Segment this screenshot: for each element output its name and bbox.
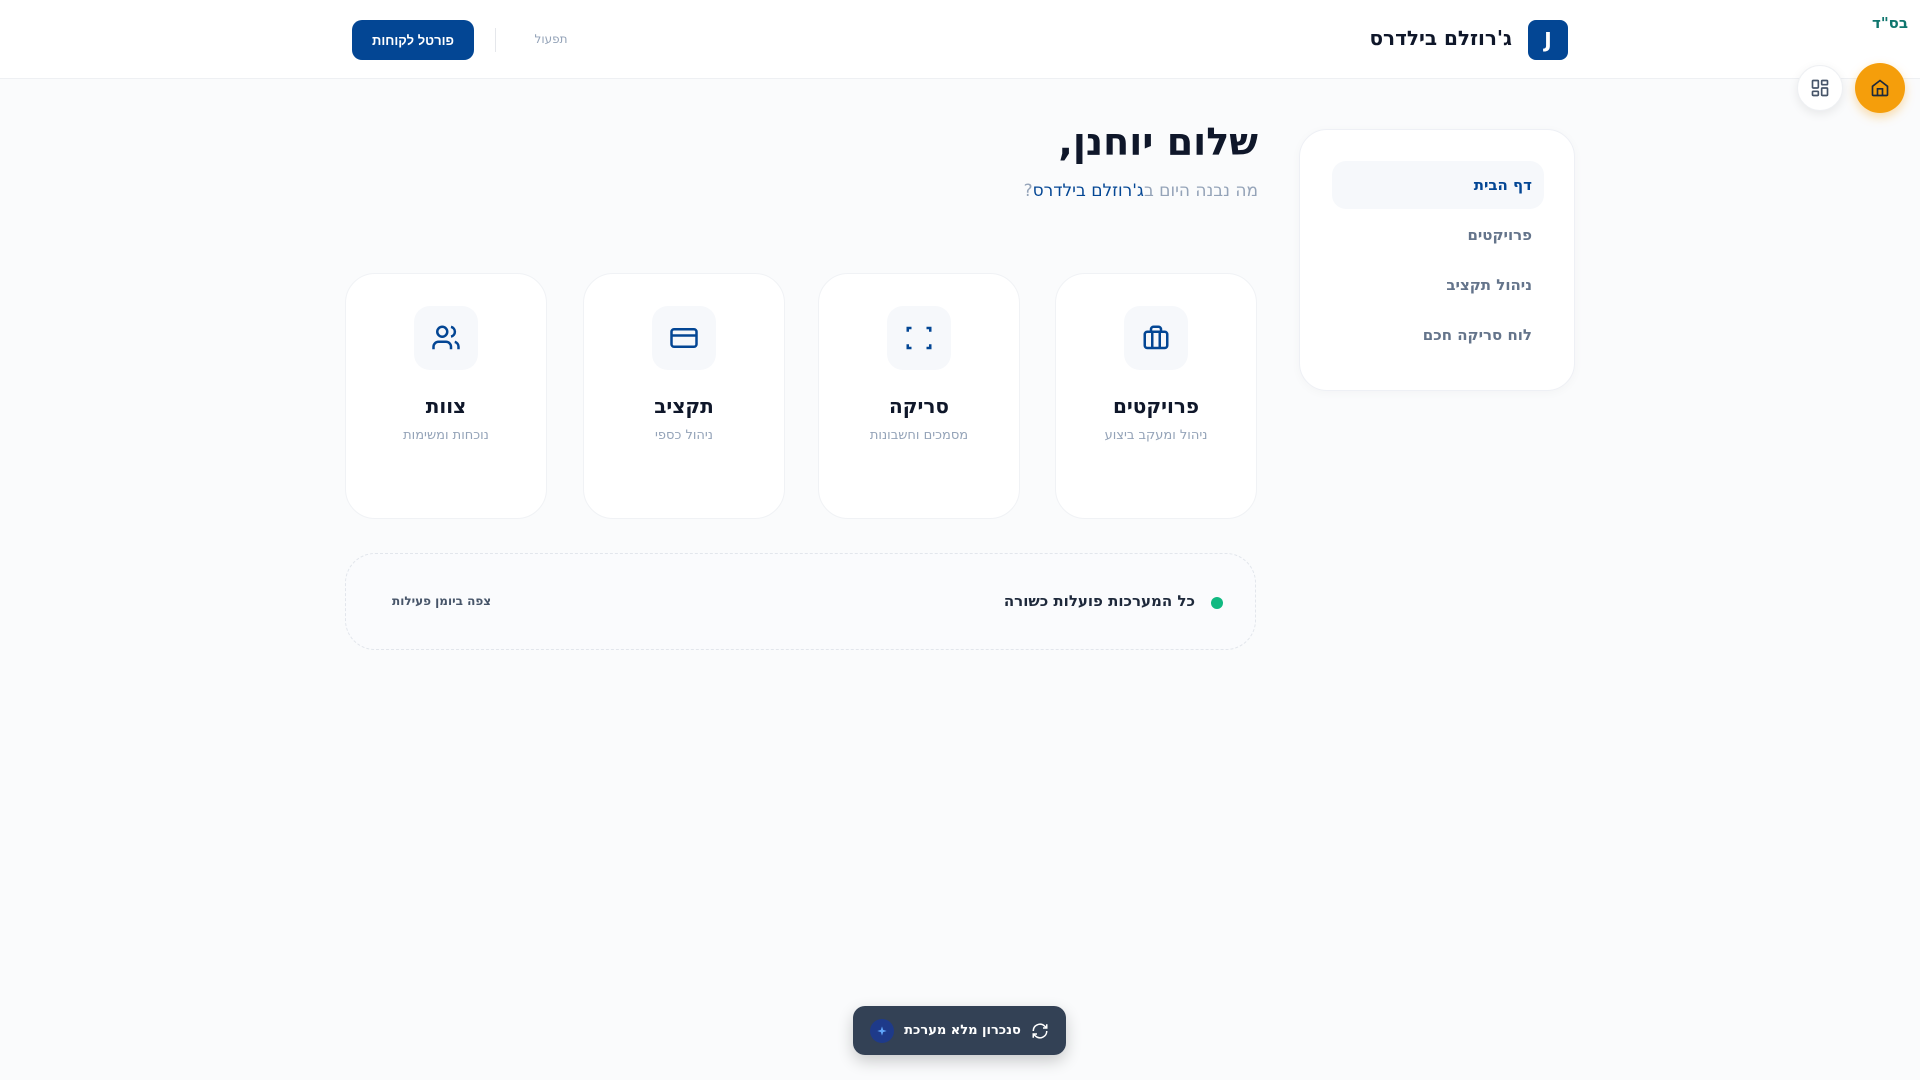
card-subtitle: ניהול כספי [654, 428, 713, 443]
card-team[interactable]: צוות נוכחות ומשימות [345, 273, 547, 519]
sync-label: סנכרון מלא מערכת [904, 1023, 1021, 1038]
home-icon [1871, 79, 1889, 97]
card-title: צוות [425, 394, 467, 418]
system-status-panel: כל המערכות פועלות כשורה צפה ביומן פעילות [345, 553, 1256, 650]
subtitle-brand: ג'רוזלם בילדרס [1032, 181, 1144, 201]
card-subtitle: מסמכים וחשבונות [869, 428, 969, 443]
page-subtitle: מה נבנה היום בג'רוזלם בילדרס? [1024, 181, 1258, 201]
sidebar-item-scan-board[interactable]: לוח סריקה חכם [1332, 311, 1544, 359]
users-icon [432, 325, 460, 350]
refresh-icon [1032, 1023, 1048, 1038]
sidebar-item-projects[interactable]: פרויקטים [1332, 211, 1544, 259]
sparkle-icon [870, 1018, 895, 1043]
logo[interactable]: J [1528, 20, 1568, 60]
brand-name: ג'רוזלם בילדרס [1369, 26, 1512, 50]
operations-link[interactable]: תפעול [526, 32, 576, 46]
card-scan[interactable]: סריקה מסמכים וחשבונות [818, 273, 1020, 519]
status-text: כל המערכות פועלות כשורה [1003, 592, 1195, 610]
full-sync-button[interactable]: סנכרון מלא מערכת [853, 1006, 1066, 1055]
status-indicator [1211, 597, 1223, 609]
subtitle-suffix: ? [1023, 181, 1033, 201]
card-subtitle: נוכחות ומשימות [403, 428, 489, 443]
grid-icon [1811, 79, 1829, 97]
card-subtitle: ניהול ומעקב ביצוע [1104, 428, 1208, 443]
credit-card-icon [670, 328, 698, 348]
card-title: תקציב [654, 394, 714, 418]
briefcase-icon [1143, 325, 1169, 350]
bsd-label: בס"ד [1872, 14, 1908, 32]
client-portal-button[interactable]: פורטל לקוחות [352, 20, 474, 60]
card-title: סריקה [889, 394, 949, 418]
scan-icon [906, 326, 932, 350]
divider [495, 28, 496, 52]
card-title: פרויקטים [1112, 394, 1200, 418]
sidebar-item-home[interactable]: דף הבית [1332, 161, 1544, 209]
home-button[interactable] [1855, 63, 1905, 113]
top-header: J ג'רוזלם בילדרס פורטל לקוחות תפעול [0, 0, 1920, 79]
activity-log-link[interactable]: צפה ביומן פעילות [392, 594, 491, 608]
sidebar-item-budget[interactable]: ניהול תקציב [1332, 261, 1544, 309]
card-budget[interactable]: תקציב ניהול כספי [583, 273, 785, 519]
sidebar: דף הבית פרויקטים ניהול תקציב לוח סריקה ח… [1299, 129, 1575, 391]
subtitle-prefix: מה נבנה היום ב [1143, 181, 1258, 201]
card-projects[interactable]: פרויקטים ניהול ומעקב ביצוע [1055, 273, 1257, 519]
apps-button[interactable] [1797, 65, 1843, 111]
page-title: שלום יוחנן, [1058, 120, 1258, 164]
